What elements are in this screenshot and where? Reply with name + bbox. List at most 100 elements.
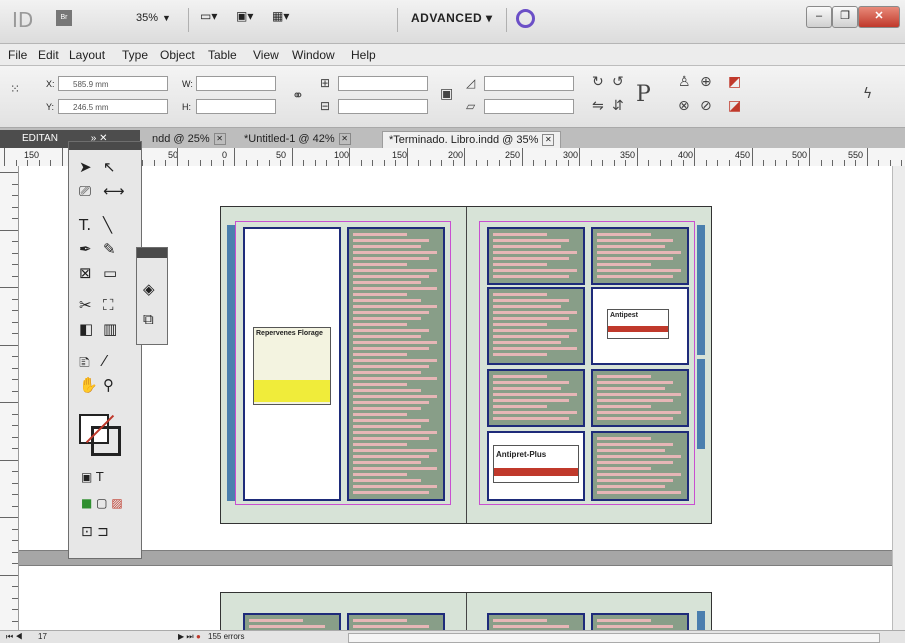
fill-swatch-icon[interactable]: ◩ bbox=[728, 74, 741, 90]
close-icon[interactable]: ✕ bbox=[213, 133, 226, 146]
page-spread[interactable] bbox=[220, 592, 712, 630]
text-frame[interactable] bbox=[591, 369, 689, 427]
menu-table[interactable]: Table bbox=[208, 48, 237, 62]
pasteboard[interactable]: Repervenes Florage Antipest Antipret-Plu… bbox=[19, 166, 892, 630]
tab-document-1[interactable]: ndd @ 25% ✕ bbox=[146, 131, 232, 148]
select-parent-icon[interactable]: ⊘ bbox=[700, 98, 712, 114]
apply-color-icon[interactable]: ■ ▢ ▨ bbox=[81, 496, 123, 510]
text-frame[interactable] bbox=[347, 613, 445, 630]
select-container-icon[interactable]: ▣ bbox=[440, 86, 453, 102]
vertical-ruler[interactable] bbox=[0, 166, 19, 630]
menu-edit[interactable]: Edit bbox=[38, 48, 59, 62]
menu-file[interactable]: File bbox=[8, 48, 27, 62]
stroke-swatch-icon[interactable]: ◪ bbox=[728, 98, 741, 114]
page-tool-icon[interactable]: ⎚ bbox=[79, 182, 91, 200]
menu-type[interactable]: Type bbox=[122, 48, 148, 62]
creative-suite-ring-icon[interactable] bbox=[516, 9, 535, 28]
h-field[interactable] bbox=[196, 99, 276, 114]
free-transform-icon[interactable]: ⛶ bbox=[103, 296, 114, 314]
text-frame[interactable] bbox=[347, 227, 445, 501]
screen-mode-button[interactable]: ▣▾ bbox=[236, 9, 253, 29]
image-frame[interactable]: Antipest bbox=[591, 287, 689, 365]
text-frame[interactable] bbox=[487, 227, 585, 285]
zoom-select[interactable]: 35% ▼ bbox=[136, 12, 171, 24]
next-page-icon[interactable]: ▶ ⏭ bbox=[178, 632, 194, 642]
text-frame[interactable] bbox=[487, 613, 585, 630]
hand-tool-icon[interactable]: ✋ bbox=[79, 376, 98, 394]
scale-y-field[interactable] bbox=[338, 99, 428, 114]
close-icon[interactable]: ✕ bbox=[338, 133, 351, 146]
scissors-tool-icon[interactable]: ✂ bbox=[79, 296, 92, 314]
selection-tool-icon[interactable]: ➤ bbox=[79, 158, 92, 176]
pencil-tool-icon[interactable]: ✎ bbox=[103, 240, 116, 258]
rotate-ccw-icon[interactable]: ↺ bbox=[612, 74, 624, 90]
shear-field[interactable] bbox=[484, 99, 574, 114]
page-spread[interactable]: Repervenes Florage Antipest Antipret-Plu… bbox=[220, 206, 712, 524]
flip-horizontal-icon[interactable]: ⇋ bbox=[592, 98, 604, 114]
image-frame[interactable]: Antipret-Plus bbox=[487, 431, 585, 501]
gap-tool-icon[interactable]: ⟷ bbox=[103, 182, 125, 200]
menu-view[interactable]: View bbox=[253, 48, 279, 62]
text-line bbox=[597, 251, 681, 254]
text-frame[interactable] bbox=[591, 613, 689, 630]
gradient-swatch-icon[interactable]: ◧ bbox=[79, 320, 93, 338]
tab-untitled-1[interactable]: *Untitled-1 @ 42% ✕ bbox=[238, 131, 357, 148]
menu-layout[interactable]: Layout bbox=[69, 48, 105, 62]
line-tool-icon[interactable]: ╲ bbox=[103, 216, 112, 234]
arrange-documents-button[interactable]: ▦▾ bbox=[272, 9, 289, 29]
close-button[interactable]: ✕ bbox=[858, 6, 900, 28]
fill-stroke-swatches[interactable] bbox=[79, 414, 125, 456]
text-line bbox=[249, 625, 325, 628]
preflight-status[interactable]: 155 errors bbox=[208, 632, 244, 641]
minimize-button[interactable]: – bbox=[806, 6, 832, 28]
direct-selection-icon[interactable]: ↖ bbox=[103, 158, 116, 176]
scale-x-field[interactable] bbox=[338, 76, 428, 91]
w-field[interactable] bbox=[196, 76, 276, 91]
panel-header[interactable] bbox=[137, 248, 167, 258]
x-field[interactable]: 585.9 mm bbox=[58, 76, 168, 91]
menu-window[interactable]: Window bbox=[292, 48, 335, 62]
eyedropper-icon[interactable]: ⁄ bbox=[103, 352, 106, 370]
flip-vertical-icon[interactable]: ⇵ bbox=[612, 98, 624, 114]
rectangle-frame-icon[interactable]: ⊠ bbox=[79, 264, 92, 282]
rectangle-tool-icon[interactable]: ▭ bbox=[103, 264, 117, 282]
horizontal-scrollbar[interactable] bbox=[348, 633, 880, 643]
page-number[interactable]: 17 bbox=[38, 632, 47, 641]
pen-tool-icon[interactable]: ✒ bbox=[79, 240, 92, 258]
y-field[interactable]: 246.5 mm bbox=[58, 99, 168, 114]
maximize-button[interactable]: ❐ bbox=[832, 6, 858, 28]
select-content-icon[interactable]: ♙ bbox=[678, 74, 691, 90]
zoom-tool-icon[interactable]: ⚲ bbox=[103, 376, 114, 394]
text-frame[interactable] bbox=[591, 431, 689, 501]
formatting-container-icon[interactable]: ▣ T bbox=[81, 470, 103, 484]
constrain-proportions-icon[interactable]: ⚭ bbox=[292, 88, 304, 104]
type-tool-icon[interactable]: T. bbox=[79, 216, 91, 234]
select-previous-icon[interactable]: ⊕ bbox=[700, 74, 712, 90]
layers-icon[interactable]: ◈ bbox=[143, 280, 155, 298]
text-frame[interactable] bbox=[591, 227, 689, 285]
first-page-icon[interactable]: ⏮ ◀ bbox=[6, 632, 23, 642]
text-frame[interactable] bbox=[487, 287, 585, 365]
note-tool-icon[interactable]: 🗈 bbox=[79, 352, 90, 377]
panel-header[interactable] bbox=[69, 142, 141, 150]
screen-mode-normal-icon[interactable]: ⊡ ⊐ bbox=[81, 524, 109, 540]
text-frame[interactable] bbox=[243, 613, 341, 630]
workspace-switcher[interactable]: ADVANCED ▾ bbox=[411, 11, 492, 25]
gradient-feather-icon[interactable]: ▥ bbox=[103, 320, 117, 338]
menu-help[interactable]: Help bbox=[351, 48, 376, 62]
quick-apply-icon[interactable]: ϟ bbox=[863, 86, 872, 102]
pages-icon[interactable]: ⧉ bbox=[143, 310, 154, 328]
reference-point-icon[interactable]: ⁙ bbox=[10, 82, 20, 96]
bridge-button[interactable]: Br bbox=[56, 10, 72, 26]
view-options-button[interactable]: ▭▾ bbox=[200, 9, 217, 29]
rotate-cw-icon[interactable]: ↻ bbox=[592, 74, 604, 90]
image-frame[interactable]: Repervenes Florage bbox=[243, 227, 341, 501]
text-frame[interactable] bbox=[487, 369, 585, 427]
select-next-icon[interactable]: ⊗ bbox=[678, 98, 690, 114]
menu-object[interactable]: Object bbox=[160, 48, 195, 62]
tab-terminado-libro[interactable]: *Terminado. Libro.indd @ 35% ✕ bbox=[382, 131, 562, 148]
rotation-field[interactable] bbox=[484, 76, 574, 91]
close-icon[interactable]: ✕ bbox=[542, 134, 555, 147]
text-line bbox=[597, 479, 673, 482]
vertical-scrollbar[interactable] bbox=[892, 166, 905, 630]
